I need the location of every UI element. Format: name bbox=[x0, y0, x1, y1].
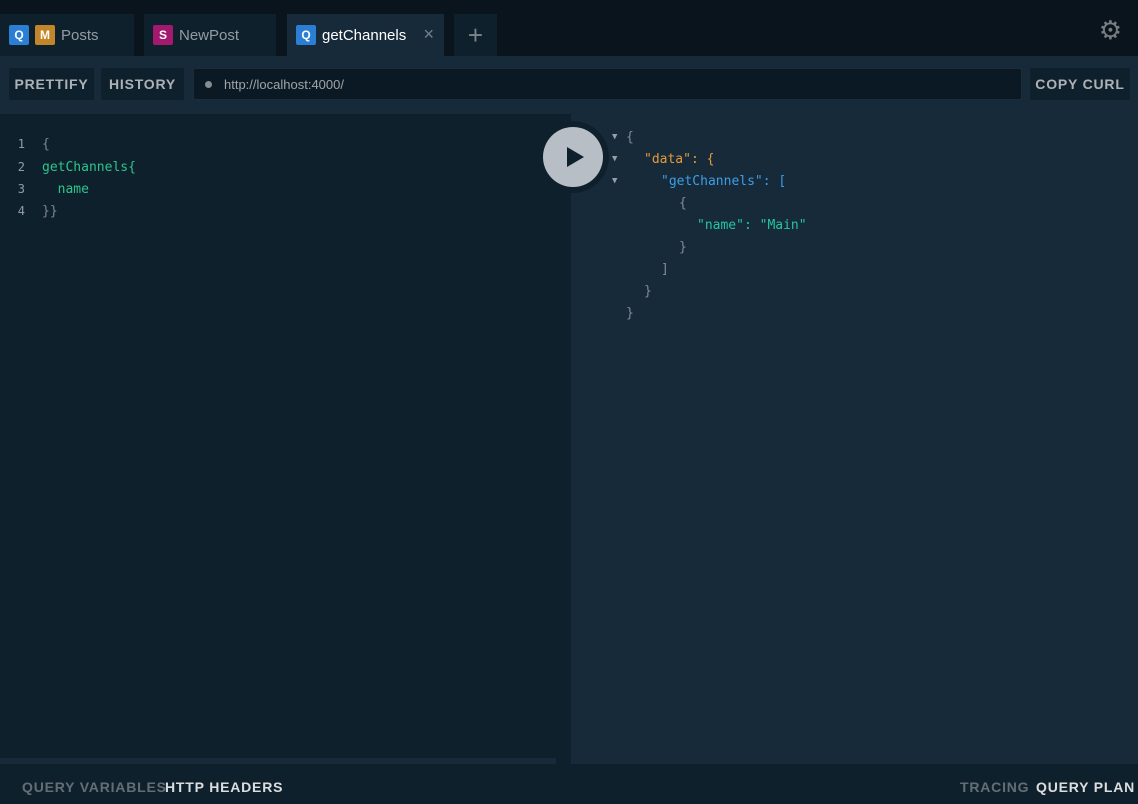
close-icon[interactable]: × bbox=[423, 24, 434, 45]
add-tab-button[interactable]: + bbox=[454, 14, 497, 56]
collapse-arrow-icon[interactable]: ▼ bbox=[612, 176, 617, 186]
play-icon bbox=[566, 147, 584, 167]
tab-posts[interactable]: Q M Posts bbox=[0, 14, 134, 56]
status-dot-icon bbox=[205, 80, 212, 88]
query-badge: Q bbox=[296, 25, 316, 45]
result-line: "data": { bbox=[644, 151, 715, 167]
bottom-bar: QUERY VARIABLES HTTP HEADERS TRACING QUE… bbox=[0, 764, 1138, 804]
toolbar: PRETTIFY HISTORY http://localhost:4000/ … bbox=[0, 56, 1138, 114]
copy-curl-button[interactable]: COPY CURL bbox=[1030, 68, 1130, 100]
result-line: ] bbox=[661, 261, 669, 277]
code-text: name bbox=[42, 181, 89, 197]
endpoint-url-input[interactable]: http://localhost:4000/ bbox=[193, 68, 1022, 100]
history-button[interactable]: HISTORY bbox=[101, 68, 184, 100]
tab-label: NewPost bbox=[179, 26, 240, 44]
collapse-arrow-icon[interactable]: ▼ bbox=[612, 154, 617, 164]
query-variables-tab[interactable]: QUERY VARIABLES bbox=[22, 779, 167, 795]
http-headers-tab[interactable]: HTTP HEADERS bbox=[165, 779, 283, 795]
result-line: "name": "Main" bbox=[697, 217, 807, 233]
gear-icon[interactable]: ⚙ bbox=[1099, 15, 1122, 46]
code-text: { bbox=[42, 136, 50, 152]
editor-line: 4 }} bbox=[0, 200, 58, 222]
line-number: 4 bbox=[17, 204, 25, 218]
subscription-badge: S bbox=[153, 25, 173, 45]
execute-query-button[interactable] bbox=[537, 121, 609, 193]
plus-icon: + bbox=[467, 19, 484, 50]
editor-line: 2 getChannels{ bbox=[0, 156, 136, 178]
tab-bar: Q M Posts S NewPost Q getChannels × + ⚙ bbox=[0, 0, 1138, 56]
play-button-circle[interactable] bbox=[543, 127, 603, 187]
line-number: 1 bbox=[17, 137, 25, 151]
result-line: "getChannels": [ bbox=[661, 173, 787, 189]
endpoint-url-text: http://localhost:4000/ bbox=[224, 76, 344, 92]
tab-label: Posts bbox=[61, 26, 99, 44]
result-line: { bbox=[626, 129, 634, 145]
query-editor[interactable]: 1 { 2 getChannels{ 3 name 4 }} bbox=[0, 114, 571, 759]
query-plan-tab[interactable]: QUERY PLAN bbox=[1036, 779, 1135, 795]
line-number: 2 bbox=[17, 160, 25, 174]
tab-label: getChannels bbox=[322, 26, 407, 44]
editor-line: 1 { bbox=[0, 133, 50, 155]
tab-newpost[interactable]: S NewPost bbox=[144, 14, 276, 56]
result-line: } bbox=[626, 305, 634, 321]
result-line: } bbox=[644, 283, 652, 299]
result-line: { bbox=[679, 195, 687, 211]
code-text: getChannels{ bbox=[42, 159, 136, 175]
query-badge: Q bbox=[9, 25, 29, 45]
prettify-button[interactable]: PRETTIFY bbox=[9, 68, 94, 100]
tab-getchannels[interactable]: Q getChannels × bbox=[287, 14, 444, 56]
result-panel: ▼ ▼ ▼ { "data": { "getChannels": [ { "na… bbox=[571, 114, 1138, 764]
line-number: 3 bbox=[17, 182, 25, 196]
tracing-tab[interactable]: TRACING bbox=[960, 779, 1029, 795]
result-line: } bbox=[679, 239, 687, 255]
code-text: }} bbox=[42, 203, 58, 219]
collapse-arrow-icon[interactable]: ▼ bbox=[612, 132, 617, 142]
mutation-badge: M bbox=[35, 25, 55, 45]
editor-line: 3 name bbox=[0, 178, 89, 200]
